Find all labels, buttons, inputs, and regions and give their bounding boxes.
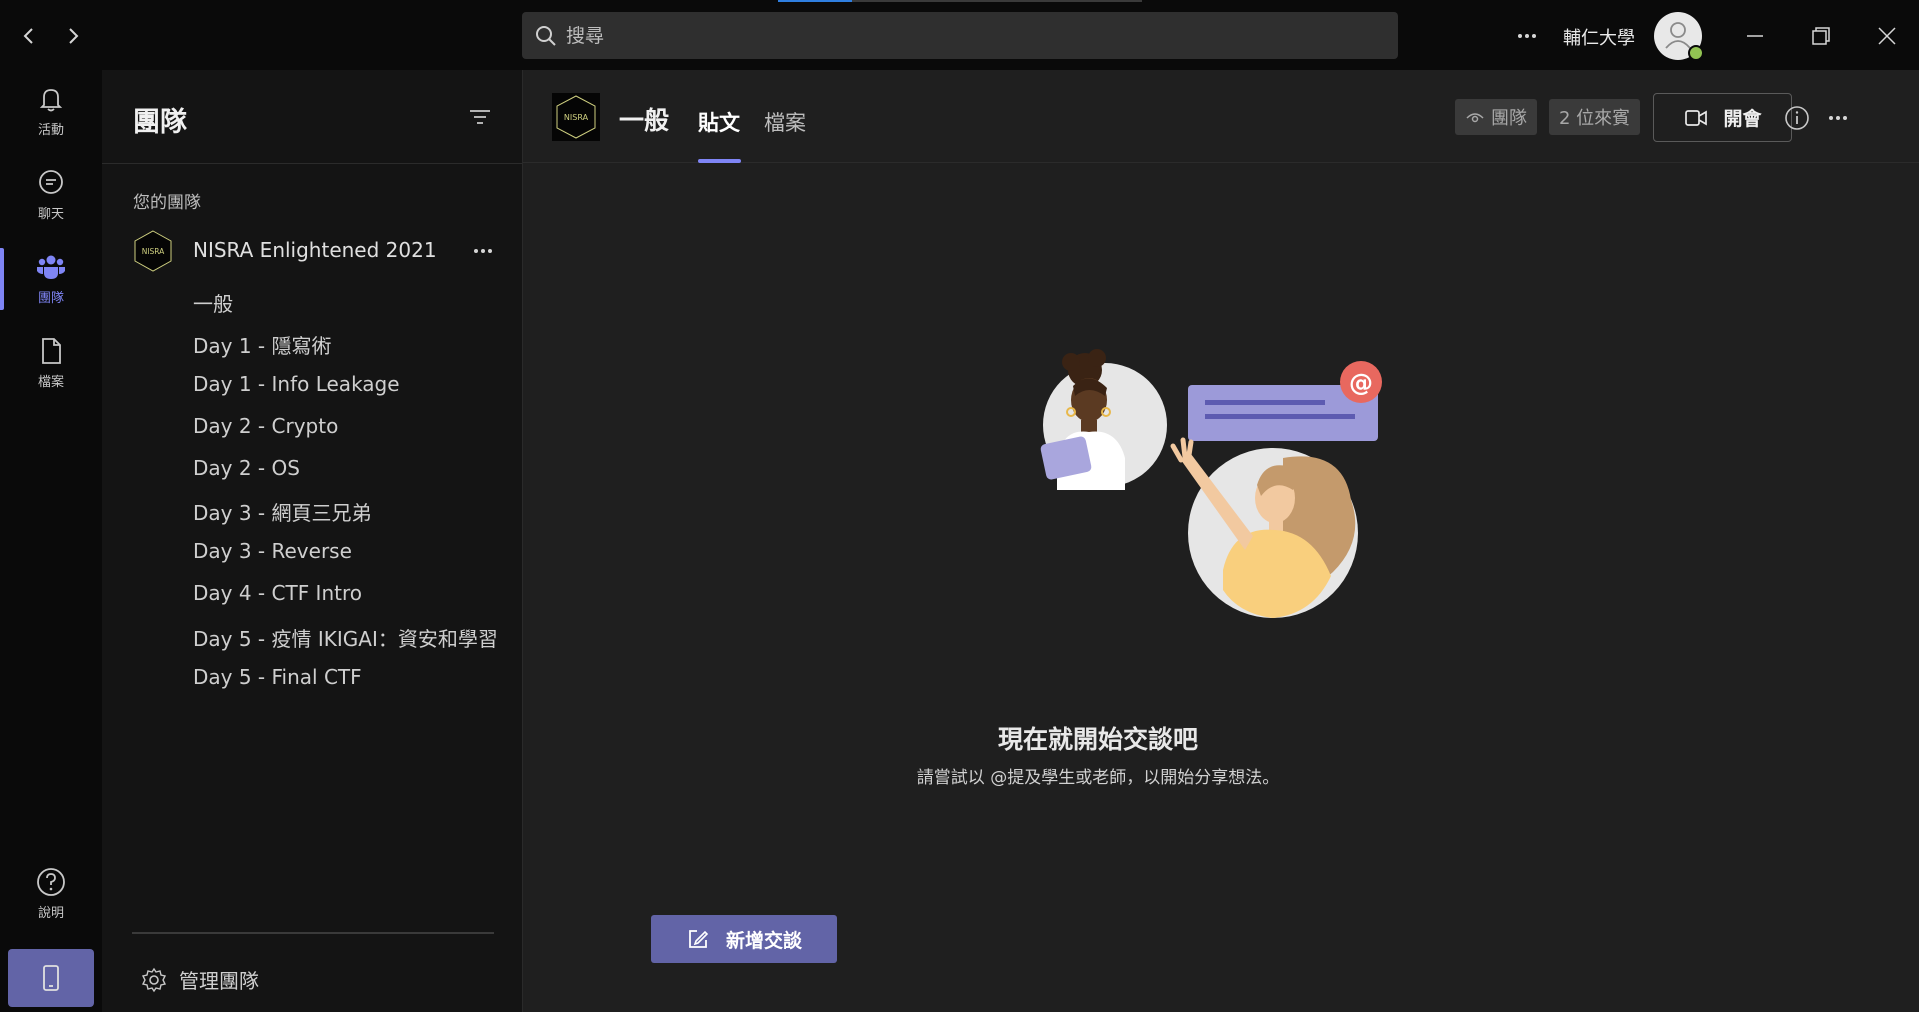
new-conversation-button[interactable]: 新增交談	[651, 915, 837, 963]
channel-item[interactable]: Day 3 - 網頁三兄弟	[193, 497, 372, 526]
rail-item-teams[interactable]: 團隊	[0, 238, 102, 318]
meet-button[interactable]: 開會	[1653, 93, 1792, 142]
team-name: NISRA Enlightened 2021	[193, 238, 437, 262]
filter-icon[interactable]	[467, 104, 493, 130]
channel-item[interactable]: Day 3 - Reverse	[193, 539, 352, 563]
chevron-left-icon	[23, 28, 33, 44]
team-visibility-badge[interactable]: 團隊	[1455, 99, 1537, 135]
restore-button[interactable]	[1803, 18, 1839, 54]
teams-icon	[37, 255, 65, 279]
rail-label-activity: 活動	[37, 122, 64, 138]
title-bar: 輔仁大學	[0, 0, 1919, 70]
rail-item-files[interactable]: 檔案	[0, 322, 102, 402]
info-icon[interactable]	[1783, 104, 1811, 132]
channel-item[interactable]: Day 2 - OS	[193, 456, 300, 480]
channel-item[interactable]: 一般	[193, 288, 233, 317]
rail-label-help: 說明	[37, 905, 64, 921]
chat-icon	[39, 169, 63, 194]
eye-icon	[1466, 113, 1484, 123]
tab-posts[interactable]: 貼文	[698, 107, 740, 137]
team-more-button[interactable]	[468, 239, 498, 263]
mobile-app-button[interactable]	[8, 949, 94, 1007]
file-icon	[42, 337, 61, 364]
team-logo-text: NISRA	[142, 247, 165, 256]
rail-item-chat[interactable]: 聊天	[0, 154, 102, 234]
forward-button[interactable]	[59, 22, 87, 50]
rail-item-activity[interactable]: 活動	[0, 70, 102, 150]
rail-label-chat: 聊天	[37, 206, 64, 222]
bell-icon	[39, 88, 63, 111]
minimize-button[interactable]	[1737, 18, 1773, 54]
team-item[interactable]: NISRA NISRA Enlightened 2021	[102, 225, 522, 277]
chevron-right-icon	[69, 28, 79, 44]
rail-label-files: 檔案	[37, 374, 64, 390]
new-conversation-label: 新增交談	[725, 929, 802, 952]
section-label: 您的團隊	[133, 193, 201, 213]
search-input[interactable]	[566, 24, 1266, 47]
minimize-icon	[1747, 35, 1763, 37]
empty-state-subtitle: 請嘗試以 @提及學生或老師，以開始分享想法。	[916, 768, 1280, 788]
settings-more-button[interactable]	[1512, 22, 1542, 50]
channel-more-button[interactable]	[1823, 104, 1853, 132]
mobile-phone-icon	[43, 965, 59, 991]
channel-team-logo: NISRA	[552, 93, 600, 141]
compose-icon	[689, 930, 709, 948]
panel-divider	[132, 932, 494, 934]
manage-teams-label: 管理團隊	[179, 969, 259, 993]
presence-badge	[1688, 45, 1704, 61]
restore-icon	[1812, 27, 1830, 45]
tab-files[interactable]: 檔案	[764, 107, 806, 137]
conversation-illustration: @	[1040, 349, 1382, 618]
channel-logo-text: NISRA	[564, 113, 589, 122]
close-button[interactable]	[1869, 18, 1905, 54]
video-camera-icon	[1685, 109, 1708, 126]
close-icon	[1878, 27, 1896, 45]
channel-item[interactable]: Day 5 - Final CTF	[193, 665, 362, 689]
teams-panel: 團隊 您的團隊 NISRA NISRA Enlightened 2021 一般 …	[102, 70, 522, 1012]
search-icon	[536, 25, 556, 46]
meet-label: 開會	[1723, 108, 1762, 130]
channel-header: NISRA 一般 貼文 檔案 團隊 2 位來賓 開會	[523, 70, 1919, 163]
channel-view: NISRA 一般 貼文 檔案 團隊 2 位來賓 開會 @ 現在就開始交談吧 請嘗…	[522, 70, 1919, 1012]
channel-title: 一般	[619, 106, 670, 135]
channel-item[interactable]: Day 4 - CTF Intro	[193, 581, 362, 605]
gear-icon	[141, 967, 167, 992]
rail-item-help[interactable]: 說明	[0, 853, 102, 933]
help-icon	[37, 867, 65, 896]
empty-state-title: 現在就開始交談吧	[997, 725, 1198, 754]
loading-bar	[778, 0, 1142, 2]
guests-badge[interactable]: 2 位來賓	[1549, 99, 1641, 135]
search-bar[interactable]	[522, 12, 1398, 59]
channel-item[interactable]: Day 5 - 疫情 IKIGAI：資安和學習	[193, 623, 498, 652]
channel-item[interactable]: Day 2 - Crypto	[193, 414, 338, 438]
avatar[interactable]	[1654, 12, 1704, 61]
channel-item[interactable]: Day 1 - Info Leakage	[193, 372, 400, 396]
team-logo: NISRA	[134, 230, 172, 272]
back-button[interactable]	[15, 22, 43, 50]
org-name: 輔仁大學	[1563, 28, 1635, 49]
active-tab-indicator	[698, 159, 741, 163]
team-visibility-label: 團隊	[1491, 108, 1527, 129]
manage-teams-button[interactable]: 管理團隊	[141, 965, 259, 994]
app-rail: 活動 聊天 團隊 檔案 說明	[0, 70, 102, 1012]
panel-title: 團隊	[133, 107, 187, 138]
rail-label-teams: 團隊	[37, 290, 64, 306]
svg-text:@: @	[1349, 369, 1373, 397]
channel-item[interactable]: Day 1 - 隱寫術	[193, 330, 332, 359]
panel-header: 團隊	[102, 70, 522, 164]
